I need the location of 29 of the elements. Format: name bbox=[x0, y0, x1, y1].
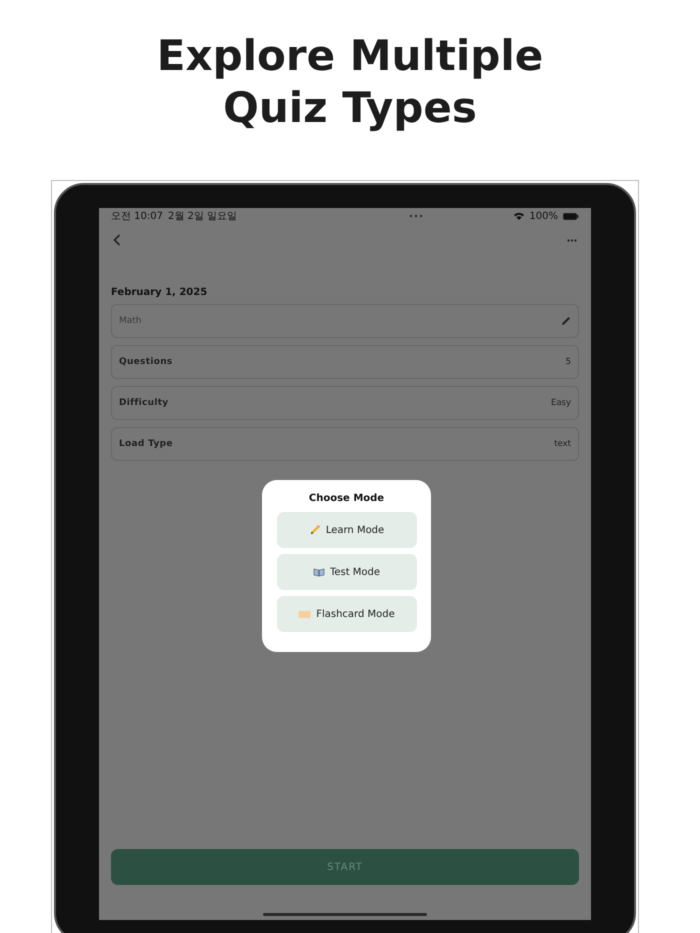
setting-value: Easy bbox=[550, 398, 571, 408]
setting-label: Difficulty bbox=[119, 398, 168, 408]
status-time: 오전 10:07 bbox=[111, 210, 163, 223]
setting-label: Load Type bbox=[119, 439, 173, 449]
title-field[interactable]: Math bbox=[111, 304, 579, 338]
setting-row[interactable]: Difficulty Easy bbox=[111, 386, 579, 420]
wifi-icon bbox=[514, 212, 524, 220]
mode-option-button[interactable]: Flashcard Mode bbox=[276, 596, 416, 632]
start-button[interactable]: START bbox=[111, 849, 579, 885]
back-button[interactable] bbox=[111, 232, 123, 248]
headline: Explore Multiple Quiz Types bbox=[156, 30, 544, 134]
setting-label: Questions bbox=[119, 357, 173, 367]
card-icon bbox=[298, 610, 312, 618]
setting-value: 5 bbox=[566, 357, 571, 367]
mode-option-button[interactable]: Test Mode bbox=[276, 554, 416, 590]
setting-value: text bbox=[554, 439, 571, 449]
book-icon bbox=[312, 567, 325, 577]
battery-percent: 100% bbox=[529, 210, 558, 222]
setting-row[interactable]: Questions 5 bbox=[111, 345, 579, 379]
multitask-dots-icon bbox=[408, 214, 423, 218]
dialog-title: Choose Mode bbox=[308, 493, 384, 504]
status-date: 2월 2일 일요일 bbox=[168, 210, 238, 223]
pencil-icon bbox=[561, 316, 571, 326]
pencil-icon bbox=[308, 524, 321, 536]
more-button[interactable] bbox=[565, 236, 579, 244]
battery-icon bbox=[563, 212, 579, 220]
setting-row[interactable]: Load Type text bbox=[111, 427, 579, 461]
date-heading: February 1, 2025 bbox=[111, 287, 208, 298]
mode-option-button[interactable]: Learn Mode bbox=[276, 512, 416, 548]
